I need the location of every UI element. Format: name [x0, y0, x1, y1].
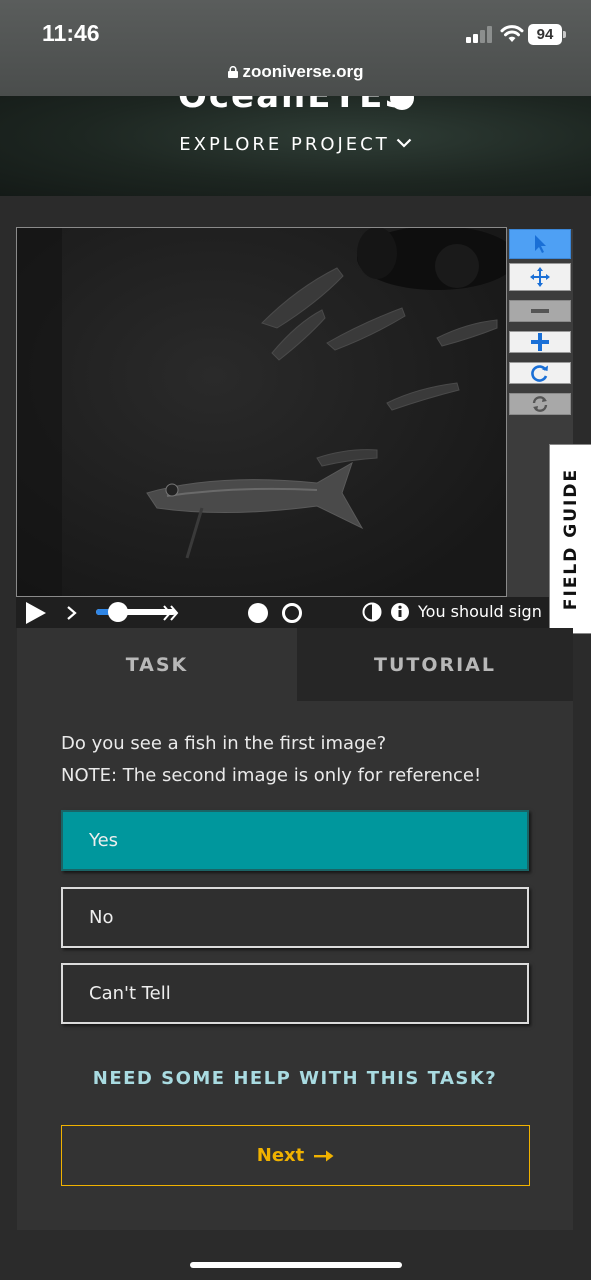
answer-no-button[interactable]: No — [61, 887, 529, 948]
project-hero: OceanEYES EXPLORE PROJECT — [0, 96, 591, 196]
project-title: OceanEYES — [178, 96, 411, 116]
tab-tutorial[interactable]: TUTORIAL — [297, 628, 573, 701]
explore-project-menu[interactable]: EXPLORE PROJECT — [0, 134, 591, 155]
speed-slider-thumb[interactable] — [108, 602, 129, 622]
wifi-icon — [500, 25, 524, 42]
next-button[interactable]: Next — [61, 1125, 530, 1186]
clock: 11:46 — [42, 20, 100, 46]
underwater-fish-image — [17, 228, 506, 596]
frame-1-dot[interactable] — [248, 603, 268, 623]
zoom-out-icon — [531, 309, 549, 313]
slower-icon[interactable] — [66, 606, 78, 620]
zoom-in-icon — [531, 333, 549, 351]
battery-indicator: 94 — [528, 24, 566, 45]
cellular-signal-icon — [466, 25, 496, 43]
subject-image[interactable] — [16, 227, 507, 597]
frame-2-dot[interactable] — [282, 603, 302, 623]
home-indicator — [190, 1262, 402, 1268]
field-guide-tab[interactable]: FIELD GUIDE — [549, 444, 591, 634]
explore-project-label: EXPLORE PROJECT — [179, 134, 390, 155]
play-icon[interactable] — [24, 601, 48, 625]
arrow-right-icon — [314, 1150, 334, 1161]
pointer-icon — [535, 235, 546, 253]
chevron-down-icon — [396, 138, 412, 148]
zoom-out-button[interactable] — [509, 300, 571, 322]
answer-yes-button[interactable]: Yes — [61, 810, 529, 871]
task-question: Do you see a fish in the first image? NO… — [61, 728, 541, 792]
field-guide-label: FIELD GUIDE — [560, 467, 581, 611]
reset-button[interactable] — [509, 393, 571, 415]
faster-icon[interactable] — [162, 605, 180, 621]
info-icon[interactable] — [390, 602, 410, 622]
rotate-icon — [531, 365, 548, 382]
next-button-label: Next — [256, 1145, 305, 1166]
task-question-line-1: Do you see a fish in the first image? — [61, 733, 387, 754]
invert-contrast-icon[interactable] — [362, 602, 382, 622]
lock-icon — [227, 66, 238, 78]
zoom-in-button[interactable] — [509, 331, 571, 353]
status-bar: 11:46 94 zooniverse.org — [0, 0, 591, 96]
pointer-tool-button[interactable] — [509, 229, 571, 259]
playback-controls: You should sign — [16, 597, 549, 628]
task-tabs: TASK TUTORIAL — [17, 628, 573, 701]
task-help-link[interactable]: NEED SOME HELP WITH THIS TASK? — [17, 1068, 573, 1089]
sign-in-notice: You should sign — [418, 602, 542, 621]
url-text: zooniverse.org — [242, 62, 364, 81]
move-tool-button[interactable] — [509, 263, 571, 291]
address-bar[interactable]: zooniverse.org — [0, 62, 591, 82]
reset-icon — [532, 396, 548, 412]
move-icon — [530, 267, 550, 287]
rotate-button[interactable] — [509, 362, 571, 384]
tab-task[interactable]: TASK — [17, 628, 297, 701]
answer-cant-tell-button[interactable]: Can't Tell — [61, 963, 529, 1024]
task-question-line-2: NOTE: The second image is only for refer… — [61, 765, 482, 786]
task-panel: TASK TUTORIAL Do you see a fish in the f… — [17, 628, 573, 1230]
